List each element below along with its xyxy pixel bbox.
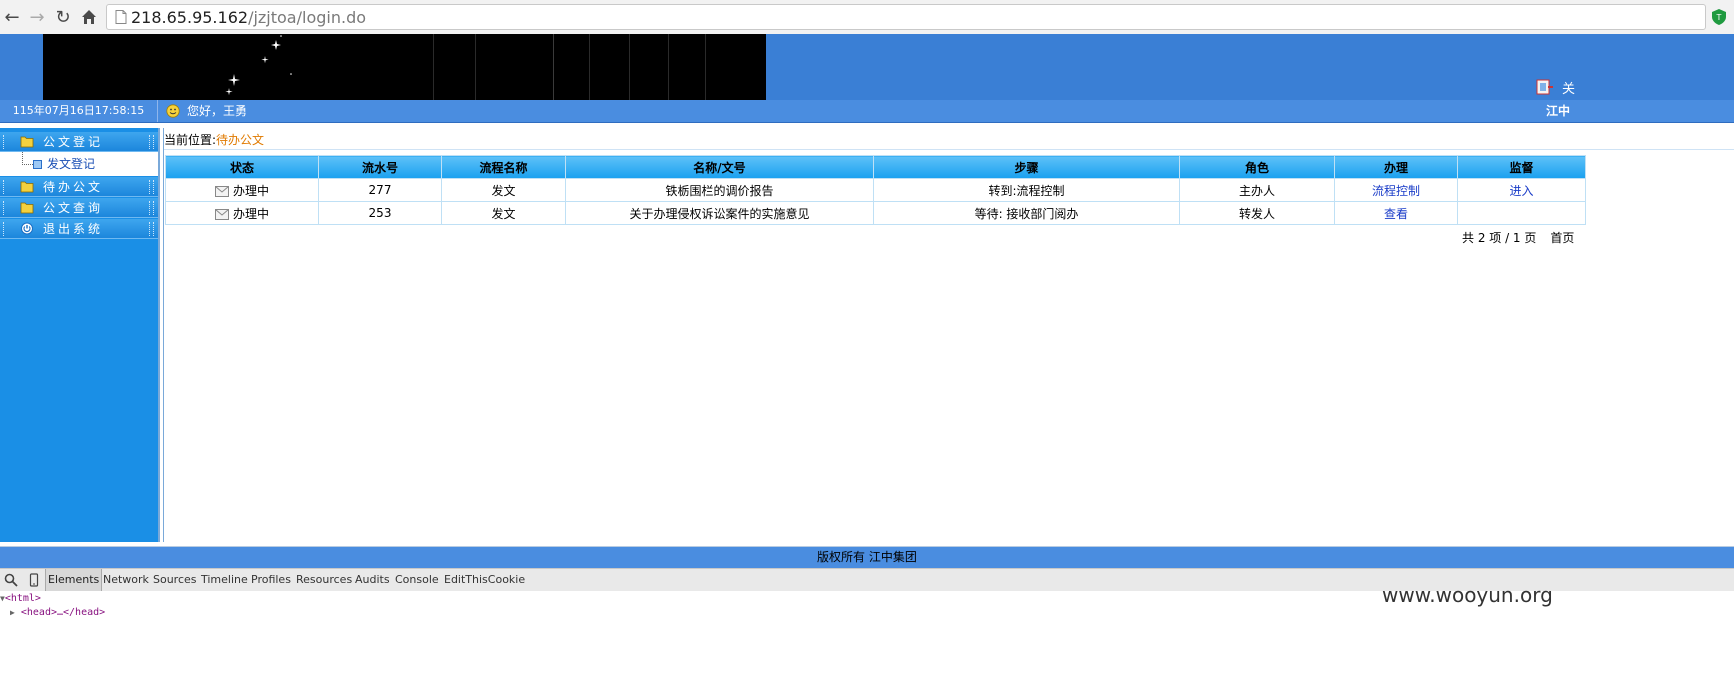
- action-link[interactable]: 流程控制: [1334, 178, 1458, 202]
- watermark-text: www.wooyun.org: [1382, 583, 1553, 607]
- device-mode-icon[interactable]: [27, 573, 41, 587]
- supervise-link[interactable]: 进入: [1457, 178, 1586, 202]
- devtools-tab-editthiscookie[interactable]: EditThisCookie: [444, 569, 525, 591]
- col-header-process[interactable]: 流程名称: [441, 155, 566, 179]
- exit-door-icon[interactable]: [1536, 79, 1554, 95]
- pagination-summary: 共 2 项 / 1 页: [1462, 231, 1537, 245]
- address-bar[interactable]: 218.65.95.162/jzjtoa/login.do: [106, 4, 1706, 30]
- status-bar: 115年07月16日17:58:15 您好，王勇 江中: [0, 100, 1734, 123]
- serial-cell: 277: [318, 178, 442, 202]
- col-header-step[interactable]: 步骤: [873, 155, 1180, 179]
- menu-document-query[interactable]: 公文查询: [0, 198, 158, 218]
- breadcrumb-current[interactable]: 待办公文: [216, 133, 264, 147]
- submenu: 发文登记: [0, 152, 158, 176]
- smiley-icon: [166, 104, 180, 118]
- page-icon: [115, 10, 127, 24]
- power-icon: [21, 222, 33, 235]
- sparkle-decoration: [225, 35, 292, 96]
- extension-shield-icon[interactable]: T: [1710, 8, 1728, 26]
- back-icon[interactable]: ←: [1, 6, 23, 28]
- status-cell: 办理中: [165, 178, 319, 202]
- step-cell: 转到:流程控制: [873, 178, 1180, 202]
- sidebar-menu: 公文登记 发文登记 待办公文 公文查询 退出系统: [0, 128, 160, 542]
- tree-connector: [22, 152, 33, 165]
- menu-label: 公文查询: [43, 201, 104, 215]
- role-cell: 主办人: [1179, 178, 1335, 202]
- col-header-role[interactable]: 角色: [1179, 155, 1335, 179]
- envelope-icon: [214, 208, 229, 220]
- submenu-item-outgoing-register[interactable]: 发文登记: [47, 152, 95, 176]
- devtools-tab-sources[interactable]: Sources: [153, 569, 197, 591]
- table-header-row: 状态 流水号 流程名称 名称/文号 步骤 角色 办理 监督: [165, 155, 1586, 179]
- svg-text:T: T: [1716, 13, 1722, 22]
- devtools-tab-audits[interactable]: Audits: [355, 569, 390, 591]
- url-host: 218.65.95.162: [131, 8, 249, 27]
- envelope-icon: [214, 185, 229, 197]
- status-cell: 办理中: [165, 201, 319, 225]
- browser-toolbar: ← → ↻ 218.65.95.162/jzjtoa/login.do T: [0, 0, 1734, 35]
- serial-cell: 253: [318, 201, 442, 225]
- folder-icon: [20, 181, 34, 193]
- col-header-serial[interactable]: 流水号: [318, 155, 442, 179]
- title-cell: 关于办理侵权诉讼案件的实施意见: [565, 201, 874, 225]
- main-content: 当前位置:待办公文 状态 流水号 流程名称 名称/文号 步骤 角色 办理 监督 …: [163, 128, 1734, 542]
- step-cell: 等待: 接收部门阅办: [873, 201, 1180, 225]
- menu-label: 待办公文: [43, 180, 104, 194]
- menu-label: 公文登记: [43, 135, 104, 149]
- devtools-tab-elements[interactable]: Elements: [45, 569, 103, 591]
- devtools-tab-profiles[interactable]: Profiles: [251, 569, 291, 591]
- dom-tag: <head>…</head>: [20, 607, 106, 618]
- supervise-link[interactable]: [1457, 201, 1586, 225]
- status-text: 办理中: [232, 183, 269, 198]
- reload-icon[interactable]: ↻: [52, 6, 74, 28]
- col-header-action[interactable]: 办理: [1334, 155, 1458, 179]
- header-banner-image: [43, 34, 766, 100]
- menu-pending-documents[interactable]: 待办公文: [0, 177, 158, 197]
- breadcrumb: 当前位置:待办公文: [164, 131, 1734, 150]
- menu-document-register[interactable]: 公文登记: [0, 132, 158, 152]
- devtools-tab-resources[interactable]: Resources: [296, 569, 352, 591]
- forward-icon[interactable]: →: [26, 6, 48, 28]
- tree-node-icon: [33, 160, 42, 169]
- breadcrumb-prefix: 当前位置:: [164, 133, 217, 147]
- page-footer: 版权所有 江中集团: [0, 546, 1734, 568]
- pagination: 共 2 项 / 1 页首页: [1462, 229, 1574, 246]
- header-tool-label[interactable]: 关: [1562, 78, 1575, 97]
- role-cell: 转发人: [1179, 201, 1335, 225]
- url-path: /jzjtoa/login.do: [248, 8, 367, 27]
- folder-icon: [20, 136, 34, 148]
- col-header-title[interactable]: 名称/文号: [565, 155, 874, 179]
- pending-documents-table: 状态 流水号 流程名称 名称/文号 步骤 角色 办理 监督 办理中 277 发文…: [165, 155, 1586, 225]
- process-cell: 发文: [441, 178, 566, 202]
- dom-node-html[interactable]: ▼<html>: [0, 593, 41, 604]
- home-icon[interactable]: [78, 6, 100, 28]
- dom-node-head[interactable]: ▶ <head>…</head>: [10, 607, 105, 618]
- first-page-link[interactable]: 首页: [1550, 231, 1574, 245]
- user-greeting: 您好，王勇: [187, 104, 248, 118]
- col-header-supervise[interactable]: 监督: [1457, 155, 1586, 179]
- action-link[interactable]: 查看: [1334, 201, 1458, 225]
- col-header-status[interactable]: 状态: [165, 155, 319, 179]
- current-datetime: 115年07月16日17:58:15: [0, 100, 158, 122]
- devtools-tab-console[interactable]: Console: [395, 569, 439, 591]
- process-cell: 发文: [441, 201, 566, 225]
- dom-tag: <html>: [4, 593, 41, 604]
- folder-icon: [20, 202, 34, 214]
- company-name: 江中: [1546, 104, 1571, 118]
- status-text: 办理中: [232, 206, 269, 221]
- title-cell: 铁栃围栏的调价报告: [565, 178, 874, 202]
- copyright-text: 版权所有 江中集团: [817, 550, 917, 564]
- devtools-tab-timeline[interactable]: Timeline: [201, 569, 248, 591]
- menu-label: 退出系统: [43, 222, 104, 236]
- app-header: 关: [0, 34, 1734, 100]
- menu-logout[interactable]: 退出系统: [0, 219, 158, 239]
- devtools-tab-network[interactable]: Network: [103, 569, 149, 591]
- table-row[interactable]: 办理中 253 发文 关于办理侵权诉讼案件的实施意见 等待: 接收部门阅办 转发…: [165, 201, 1586, 225]
- table-row[interactable]: 办理中 277 发文 铁栃围栏的调价报告 转到:流程控制 主办人 流程控制 进入: [165, 178, 1586, 202]
- url-text: 218.65.95.162/jzjtoa/login.do: [131, 8, 366, 27]
- inspect-search-icon[interactable]: [4, 573, 18, 587]
